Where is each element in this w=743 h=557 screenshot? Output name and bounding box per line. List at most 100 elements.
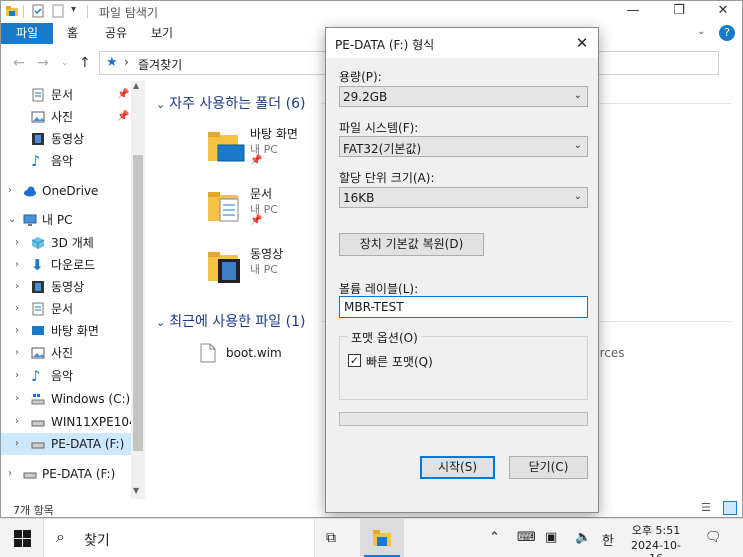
nav-item-pe-data-root[interactable]: › PE-DATA (F:) xyxy=(1,463,131,485)
windows-start-icon[interactable] xyxy=(14,530,31,547)
scroll-up-icon[interactable]: ▲ xyxy=(133,81,139,90)
nav-item-pe-data[interactable]: › PE-DATA (F:) xyxy=(1,433,131,455)
network-icon[interactable]: ▣ xyxy=(545,530,557,545)
tab-file[interactable]: 파일 xyxy=(1,23,53,44)
chevron-right-icon[interactable]: › xyxy=(15,254,19,276)
details-view-icon[interactable]: ☰ xyxy=(701,501,711,514)
chevron-right-icon[interactable]: › xyxy=(8,180,12,202)
chevron-right-icon[interactable]: › xyxy=(15,433,19,455)
chevron-right-icon[interactable]: › xyxy=(124,55,129,69)
nav-item-onedrive[interactable]: › OneDrive xyxy=(1,180,131,202)
nav-item-music-pc[interactable]: › ♪ 음악 xyxy=(1,365,131,387)
task-view-icon[interactable]: ⧉ xyxy=(326,530,336,546)
music-icon: ♪ xyxy=(31,152,41,170)
close-button[interactable]: 닫기(C) xyxy=(509,456,588,479)
drive-icon xyxy=(23,472,37,479)
chevron-right-icon[interactable]: › xyxy=(15,276,19,298)
taskbar-file-explorer[interactable] xyxy=(360,519,404,557)
properties-icon[interactable] xyxy=(31,4,45,18)
chevron-down-icon[interactable]: ⌄ xyxy=(156,98,165,111)
nav-item-this-pc[interactable]: ⌄ 내 PC xyxy=(1,209,131,231)
capacity-select[interactable]: 29.2GB ⌄ xyxy=(339,86,588,107)
touch-keyboard-icon[interactable]: ⌨ xyxy=(517,530,536,545)
large-icons-view-icon[interactable] xyxy=(723,501,737,515)
scrollbar-thumb[interactable] xyxy=(133,155,143,451)
navigation-pane: 문서 📌 사진 📌 동영상 ♪ 음악 › OneDrive ⌄ 내 PC › 3… xyxy=(1,81,145,499)
forward-arrow-icon[interactable]: → xyxy=(37,55,49,71)
allocation-select[interactable]: 16KB ⌄ xyxy=(339,187,588,208)
ime-indicator[interactable]: 한 xyxy=(602,530,614,549)
new-folder-icon[interactable] xyxy=(51,4,65,18)
folder-desktop[interactable]: 바탕 화면 내 PC 📌 xyxy=(206,123,326,175)
tab-share[interactable]: 공유 xyxy=(105,23,127,44)
format-options-legend: 포맷 옵션(O) xyxy=(348,329,421,346)
nav-item-videos-pc[interactable]: › 동영상 xyxy=(1,276,131,298)
clock-date[interactable]: 2024-10-16 xyxy=(625,539,687,557)
tab-view[interactable]: 보기 xyxy=(151,23,173,44)
restore-defaults-button[interactable]: 장치 기본값 복원(D) xyxy=(339,233,484,256)
quick-format-checkbox[interactable]: ✓ xyxy=(348,354,361,367)
chevron-down-icon[interactable]: ⌄ xyxy=(156,316,165,329)
nav-item-3d-objects[interactable]: › 3D 개체 xyxy=(1,232,131,254)
chevron-right-icon[interactable]: › xyxy=(15,298,19,320)
nav-label: 사진 xyxy=(51,110,74,124)
recent-locations-icon[interactable]: ⌄ xyxy=(61,58,69,68)
format-progress-bar xyxy=(339,412,588,426)
volume-label-input[interactable]: MBR-TEST xyxy=(339,296,588,318)
music-icon: ♪ xyxy=(31,367,41,385)
pin-icon: 📌 xyxy=(117,111,130,122)
minimize-button[interactable]: — xyxy=(615,1,651,23)
chevron-down-icon[interactable]: ⌄ xyxy=(8,209,16,231)
nav-item-win11xpe[interactable]: › WIN11XPE104 ( xyxy=(1,411,131,433)
cloud-icon xyxy=(24,186,36,197)
back-arrow-icon[interactable]: ← xyxy=(13,55,25,71)
nav-label: 문서 xyxy=(51,302,74,316)
scroll-down-icon[interactable]: ▼ xyxy=(133,486,139,495)
clock-time[interactable]: 오후 5:51 xyxy=(625,522,687,538)
nav-label: PE-DATA (F:) xyxy=(42,467,116,481)
chevron-right-icon[interactable]: › xyxy=(15,232,19,254)
nav-item-videos[interactable]: 동영상 xyxy=(1,128,131,150)
chevron-down-icon: ⌄ xyxy=(573,191,582,202)
close-button[interactable]: ✕ xyxy=(705,1,741,23)
maximize-button[interactable]: ❐ xyxy=(661,1,697,23)
nav-item-pictures-pc[interactable]: › 사진 xyxy=(1,342,131,364)
chevron-right-icon[interactable]: › xyxy=(15,365,19,387)
quick-format-label[interactable]: 빠른 포맷(Q) xyxy=(366,353,433,370)
chevron-right-icon[interactable]: › xyxy=(15,411,19,433)
nav-item-drive-c[interactable]: › Windows (C:) xyxy=(1,388,131,410)
nav-item-desktop[interactable]: › 바탕 화면 xyxy=(1,320,131,342)
nav-item-pictures[interactable]: 사진 📌 xyxy=(1,106,131,128)
search-placeholder: 찾기 xyxy=(84,533,110,549)
filesystem-select[interactable]: FAT32(기본값) ⌄ xyxy=(339,136,588,157)
taskbar-search-box[interactable]: ⌕ 찾기 xyxy=(43,519,315,557)
chevron-right-icon[interactable]: › xyxy=(8,463,12,485)
folder-videos[interactable]: 동영상 내 PC xyxy=(206,243,326,295)
tab-home[interactable]: 홈 xyxy=(67,23,78,44)
computer-icon xyxy=(23,214,37,226)
expand-ribbon-icon[interactable]: ⌄ xyxy=(697,26,705,37)
group-header-recent[interactable]: ⌄ 최근에 사용한 파일 (1) xyxy=(156,311,305,331)
chevron-right-icon[interactable]: › xyxy=(15,388,19,410)
notification-icon[interactable]: 🗨 xyxy=(705,530,722,545)
start-button[interactable]: 시작(S) xyxy=(420,456,495,479)
up-arrow-icon[interactable]: ↑ xyxy=(79,55,91,71)
group-header-frequent[interactable]: ⌄ 자주 사용하는 폴더 (6) xyxy=(156,93,305,113)
file-icon xyxy=(200,343,216,363)
chevron-up-icon[interactable]: ⌃ xyxy=(489,530,500,545)
chevron-right-icon[interactable]: › xyxy=(15,342,19,364)
close-icon[interactable]: ✕ xyxy=(570,32,594,54)
nav-item-documents-pc[interactable]: › 문서 xyxy=(1,298,131,320)
nav-item-documents[interactable]: 문서 📌 xyxy=(1,84,131,106)
customize-quick-access-icon[interactable]: ▾ xyxy=(71,4,76,15)
help-icon[interactable]: ? xyxy=(719,25,735,41)
nav-item-downloads[interactable]: › ⬇ 다운로드 xyxy=(1,254,131,276)
chevron-right-icon[interactable]: › xyxy=(15,320,19,342)
nav-scrollbar[interactable]: ▲ ▼ xyxy=(131,81,145,499)
nav-item-music[interactable]: ♪ 음악 xyxy=(1,150,131,172)
volume-icon[interactable]: 🔈 xyxy=(575,530,591,545)
folder-documents[interactable]: 문서 내 PC 📌 xyxy=(206,183,326,235)
taskbar: ⌕ 찾기 ⧉ ⌃ ⌨ ▣ 🔈 한 오후 5:51 2024-10-16 🗨 xyxy=(0,518,743,557)
cube-icon xyxy=(31,237,45,249)
dialog-title-bar: PE-DATA (F:) 형식 ✕ xyxy=(326,28,598,58)
